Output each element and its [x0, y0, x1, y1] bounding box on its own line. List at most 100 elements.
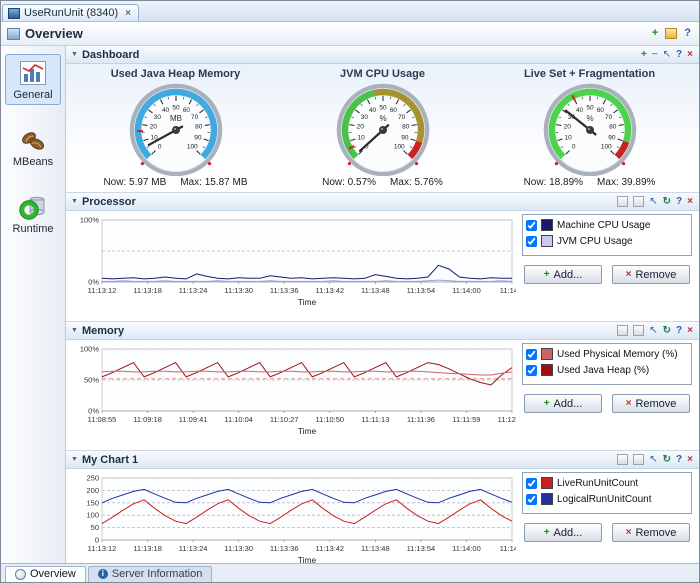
collapse-icon[interactable]: ▼	[71, 51, 78, 58]
table-view-icon[interactable]	[617, 325, 628, 336]
remove-dial-icon[interactable]: −	[652, 50, 658, 60]
refresh-icon[interactable]: ↻	[663, 455, 671, 465]
svg-text:11:13:42: 11:13:42	[315, 286, 344, 295]
svg-text:Time: Time	[298, 426, 317, 436]
processor-legend-panel: Machine CPU UsageJVM CPU Usage + Add... …	[522, 214, 692, 284]
svg-text:11:11:59: 11:11:59	[452, 415, 480, 424]
processor-section-header[interactable]: ▼ Processor ↖ ↻ ? ×	[66, 193, 699, 211]
help-icon[interactable]: ?	[676, 326, 682, 336]
collapse-icon[interactable]: ▼	[71, 456, 78, 463]
table-view-icon[interactable]	[617, 454, 628, 465]
remove-attribute-button[interactable]: × Remove	[612, 523, 690, 542]
add-attribute-button[interactable]: + Add...	[524, 523, 602, 542]
legend-checkbox[interactable]	[526, 494, 537, 505]
zoom-select-icon[interactable]: ↖	[649, 326, 657, 336]
page-title: Overview	[25, 26, 83, 41]
svg-text:11:12:22: 11:12:22	[498, 415, 516, 424]
add-tab-icon[interactable]: +	[652, 28, 658, 39]
add-icon: +	[544, 527, 550, 538]
remove-attribute-button[interactable]: × Remove	[612, 394, 690, 413]
my-chart-1-chart: 25020015010050011:13:1211:13:1811:13:241…	[70, 472, 516, 577]
zoom-select-icon[interactable]: ↖	[649, 455, 657, 465]
copy-icon[interactable]	[633, 454, 644, 465]
sidebar-item-label: General	[13, 89, 52, 101]
close-section-icon[interactable]: ×	[687, 455, 693, 465]
header-actions: + ?	[652, 28, 691, 39]
add-dial-icon[interactable]: +	[641, 50, 647, 60]
chart-toolbar: ↖ ↻ ? ×	[617, 454, 693, 465]
close-section-icon[interactable]: ×	[687, 326, 693, 336]
remove-icon: ×	[626, 527, 632, 538]
collapse-icon[interactable]: ▼	[71, 198, 78, 205]
live-set-gauge: Live Set + Fragmentation 010203040506070…	[515, 66, 665, 191]
copy-icon[interactable]	[633, 196, 644, 207]
dashboard-section-header[interactable]: ▼ Dashboard + − ↖ ? ×	[66, 46, 699, 64]
legend-color-swatch	[541, 364, 553, 376]
close-section-icon[interactable]: ×	[687, 50, 693, 60]
tab-server-information[interactable]: i Server Information	[88, 566, 212, 582]
gauge-stats: Now: 5.97 MB Max: 15.87 MB	[103, 177, 247, 191]
svg-text:11:08:55: 11:08:55	[88, 415, 117, 424]
help-icon[interactable]: ?	[676, 197, 682, 207]
sidebar-item-general[interactable]: General	[5, 54, 61, 105]
button-row: + Add... × Remove	[522, 265, 692, 284]
help-icon[interactable]: ?	[676, 50, 682, 60]
collapse-icon[interactable]: ▼	[71, 327, 78, 334]
gauge-now-value: Now: 18.89%	[524, 177, 583, 188]
gauge-max-value: Max: 5.76%	[390, 177, 443, 188]
sidebar-item-runtime[interactable]: Runtime	[5, 188, 61, 239]
zoom-select-icon[interactable]: ↖	[649, 197, 657, 207]
remove-button-label: Remove	[635, 527, 676, 539]
svg-text:20: 20	[149, 124, 157, 131]
svg-text:90: 90	[401, 134, 409, 141]
gauge-title: JVM CPU Usage	[340, 68, 425, 80]
svg-text:100: 100	[86, 511, 99, 520]
legend-item: LogicalRunUnitCount	[526, 491, 688, 507]
sidebar-item-mbeans[interactable]: MBeans	[5, 121, 61, 172]
svg-text:30: 30	[153, 114, 161, 121]
gauge-dial: 0102030405060708090100%	[515, 80, 665, 179]
section-title: Dashboard	[82, 49, 139, 61]
export-icon[interactable]	[665, 28, 677, 39]
svg-text:11:11:36: 11:11:36	[407, 415, 435, 424]
legend-checkbox[interactable]	[526, 220, 537, 231]
svg-text:11:13:12: 11:13:12	[88, 286, 117, 295]
add-attribute-button[interactable]: + Add...	[524, 394, 602, 413]
svg-text:100: 100	[600, 144, 611, 151]
legend-checkbox[interactable]	[526, 236, 537, 247]
svg-text:20: 20	[356, 124, 364, 131]
editor-tab-userununit[interactable]: UseRunUnit (8340) ×	[2, 4, 139, 21]
tab-overview[interactable]: Overview	[5, 566, 86, 582]
body-row: General MBeans Runtim	[1, 46, 699, 563]
gauge-stats: Now: 18.89% Max: 39.89%	[524, 177, 656, 191]
gauge-title: Live Set + Fragmentation	[524, 68, 655, 80]
remove-attribute-button[interactable]: × Remove	[612, 265, 690, 284]
add-attribute-button[interactable]: + Add...	[524, 265, 602, 284]
svg-text:11:13:12: 11:13:12	[88, 544, 117, 553]
svg-text:%: %	[586, 114, 593, 123]
table-view-icon[interactable]	[617, 196, 628, 207]
refresh-icon[interactable]: ↻	[663, 326, 671, 336]
svg-text:11:13:30: 11:13:30	[224, 544, 253, 553]
help-icon[interactable]: ?	[676, 455, 682, 465]
close-section-icon[interactable]: ×	[687, 197, 693, 207]
accessibility-icon[interactable]: ↖	[663, 50, 671, 60]
refresh-icon[interactable]: ↻	[663, 197, 671, 207]
copy-icon[interactable]	[633, 325, 644, 336]
memory-section-header[interactable]: ▼ Memory ↖ ↻ ? ×	[66, 322, 699, 340]
svg-text:11:14:00: 11:14:00	[452, 544, 481, 553]
help-icon[interactable]: ?	[684, 28, 691, 39]
svg-text:20: 20	[563, 124, 571, 131]
legend-checkbox[interactable]	[526, 349, 537, 360]
add-button-label: Add...	[554, 269, 583, 281]
gauge-dial: 0102030405060708090100%	[308, 80, 458, 179]
legend-color-swatch	[541, 235, 553, 247]
close-icon[interactable]: ×	[125, 8, 131, 19]
svg-text:200: 200	[86, 486, 99, 495]
legend-checkbox[interactable]	[526, 365, 537, 376]
chart-svg: 100%50%0%11:08:5511:09:1811:09:4111:10:0…	[70, 343, 516, 445]
legend-checkbox[interactable]	[526, 478, 537, 489]
my-chart-1-section-header[interactable]: ▼ My Chart 1 ↖ ↻ ? ×	[66, 451, 699, 469]
gauge-dial-svg: 0102030405060708090100%	[515, 80, 665, 176]
svg-text:11:13:24: 11:13:24	[179, 286, 208, 295]
